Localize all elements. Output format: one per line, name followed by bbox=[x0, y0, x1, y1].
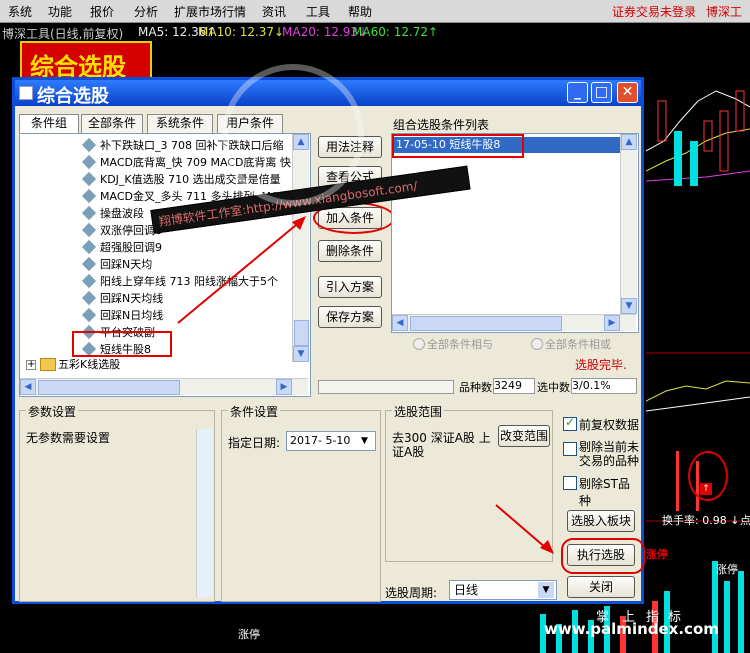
annotation-arrows bbox=[177, 216, 554, 554]
seal-watermark bbox=[222, 64, 364, 206]
